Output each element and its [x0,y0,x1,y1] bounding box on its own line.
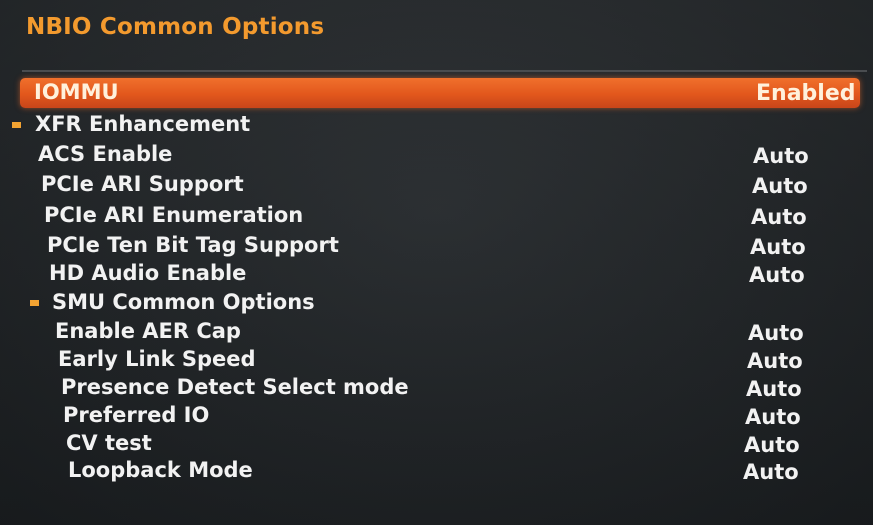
option-label: Preferred IO [63,403,210,427]
option-label: PCIe Ten Bit Tag Support [47,233,339,257]
option-value: Auto [748,321,804,345]
option-value: Auto [752,174,808,198]
option-row-hd-audio-enable[interactable]: HD Audio Enable Auto [20,259,820,287]
option-label: IOMMU [34,80,119,104]
option-row-presence-detect-select-mode[interactable]: Presence Detect Select mode Auto [20,373,820,401]
title-divider [22,70,867,72]
option-value: Auto [751,205,807,229]
option-label: CV test [66,431,152,455]
option-label: Early Link Speed [58,347,256,371]
submenu-smu-common-options[interactable]: SMU Common Options [20,288,620,316]
option-label: Enable AER Cap [55,319,241,343]
submenu-bullet-icon [30,300,39,306]
option-label: PCIe ARI Support [41,172,244,196]
option-value: Auto [743,460,799,484]
option-row-iommu[interactable]: IOMMU Enabled [20,78,860,108]
option-label: XFR Enhancement [35,112,251,136]
submenu-bullet-icon [12,122,21,128]
option-row-cv-test[interactable]: CV test Auto [20,429,820,457]
option-row-pcie-ari-support[interactable]: PCIe ARI Support Auto [20,170,820,198]
option-value: Auto [745,405,801,429]
option-value: Enabled [756,81,856,106]
option-row-early-link-speed[interactable]: Early Link Speed Auto [20,345,820,373]
option-value: Auto [744,433,800,457]
option-row-pcie-ten-bit-tag-support[interactable]: PCIe Ten Bit Tag Support Auto [20,231,820,259]
option-row-pcie-ari-enumeration[interactable]: PCIe ARI Enumeration Auto [20,201,820,229]
option-value: Auto [747,349,803,373]
option-label: HD Audio Enable [49,261,247,285]
option-label: SMU Common Options [52,290,315,314]
submenu-xfr-enhancement[interactable]: XFR Enhancement [8,110,608,138]
option-value: Auto [749,263,805,287]
option-row-preferred-io[interactable]: Preferred IO Auto [20,401,820,429]
option-label: PCIe ARI Enumeration [44,203,304,227]
option-label: Presence Detect Select mode [61,375,409,399]
option-value: Auto [750,235,806,259]
option-label: Loopback Mode [68,458,253,482]
option-row-acs-enable[interactable]: ACS Enable Auto [20,140,820,168]
page-title: NBIO Common Options [26,14,325,40]
option-row-loopback-mode[interactable]: Loopback Mode Auto [20,456,820,484]
option-value: Auto [753,144,809,168]
option-label: ACS Enable [38,142,173,166]
option-row-enable-aer-cap[interactable]: Enable AER Cap Auto [20,317,820,345]
option-value: Auto [746,377,802,401]
